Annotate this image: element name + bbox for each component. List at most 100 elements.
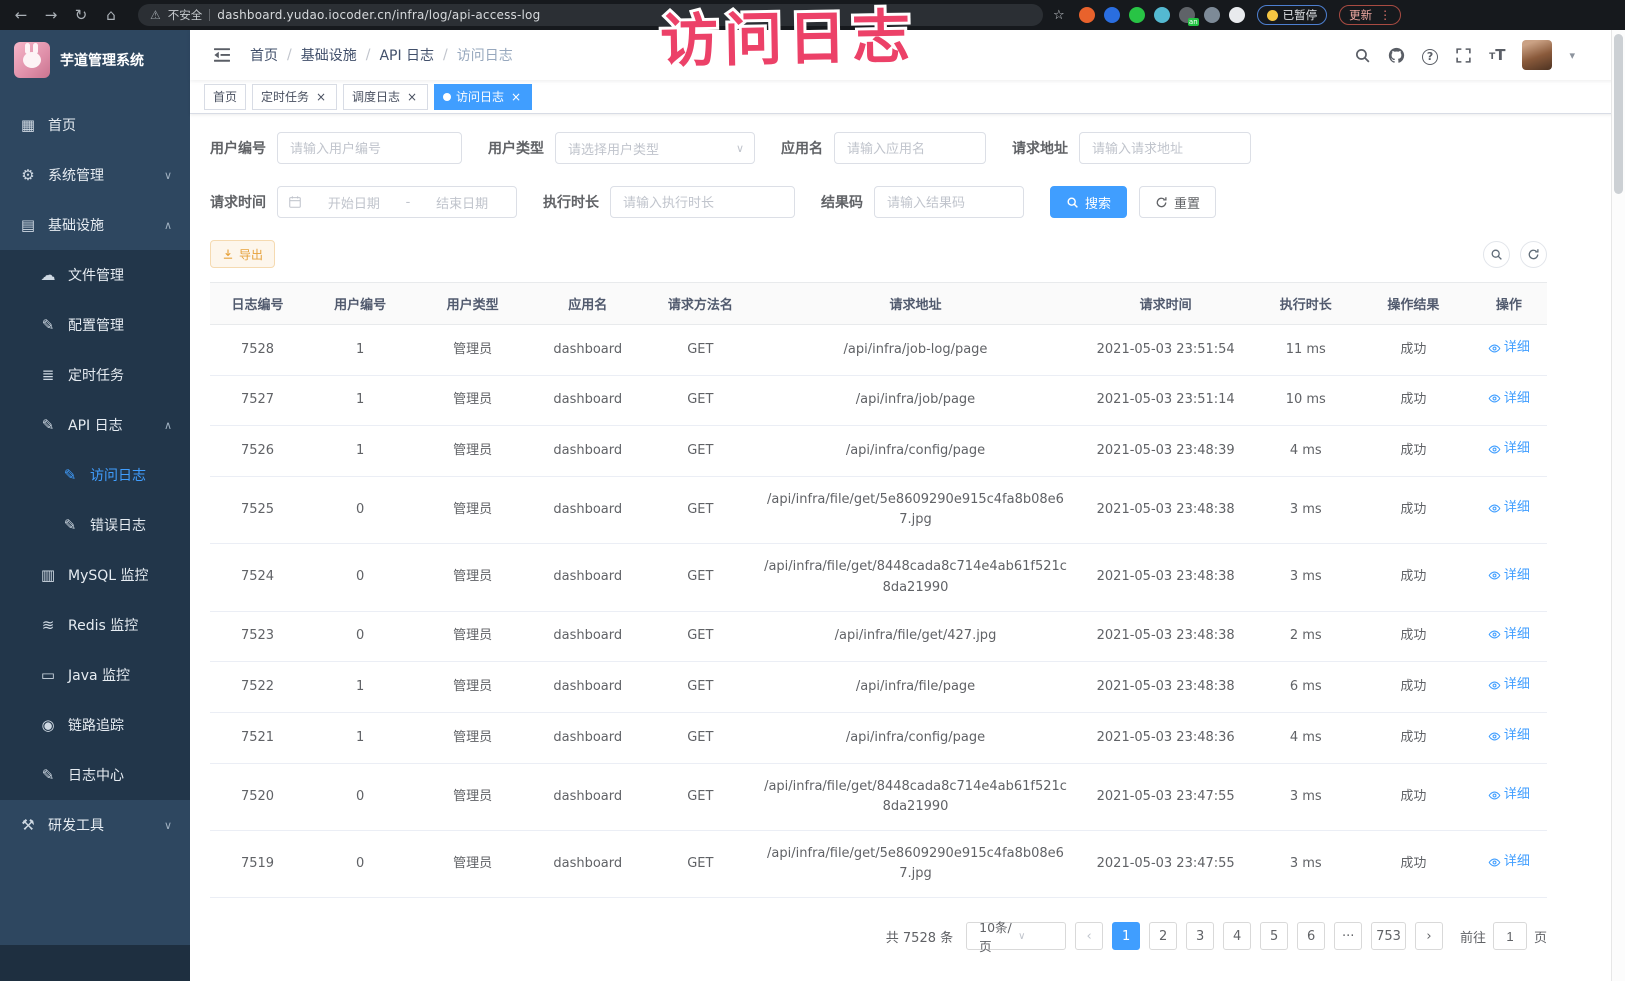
active-dot [443,93,451,101]
home-icon[interactable]: ⌂ [98,3,124,27]
table-refresh-button[interactable] [1520,241,1547,268]
page-button-2[interactable]: 2 [1149,922,1177,950]
chevron-down-icon[interactable]: ▾ [1569,49,1575,62]
sidebar-item-redis[interactable]: ≋Redis 监控 [0,600,190,650]
prev-page-button[interactable]: ‹ [1075,922,1103,950]
extension-shield-icon[interactable] [1104,7,1120,23]
duration-input[interactable] [610,186,795,218]
sidebar-item-trace[interactable]: ◉链路追踪 [0,700,190,750]
extension-orange-icon[interactable] [1079,7,1095,23]
next-page-button[interactable]: › [1415,922,1443,950]
scrollbar-thumb[interactable] [1614,34,1623,194]
sidebar-item-java[interactable]: ▭Java 监控 [0,650,190,700]
table-row: 75281管理员dashboardGET/api/infra/job-log/p… [210,325,1547,376]
sidebar-item-label: 配置管理 [68,315,124,335]
help-icon[interactable]: ? [1422,45,1438,65]
more-pages-button[interactable]: ··· [1334,922,1362,950]
scrollbar[interactable] [1611,30,1625,981]
page-button-1[interactable]: 1 [1112,922,1140,950]
search-button-label: 搜索 [1085,193,1111,212]
cell: 2021-05-03 23:48:38 [1076,662,1256,713]
export-button[interactable]: 导出 [210,240,275,268]
detail-link[interactable]: 详细 [1488,675,1530,695]
cell: 2021-05-03 23:47:55 [1076,763,1256,830]
extension-tool-icon[interactable] [1204,7,1220,23]
cell: 7526 [210,426,305,477]
detail-link[interactable]: 详细 [1488,498,1530,518]
table-row: 75200管理员dashboardGET/api/infra/file/get/… [210,763,1547,830]
detail-link[interactable]: 详细 [1488,439,1530,459]
extension-grid-icon[interactable]: an [1179,7,1195,23]
sidebar-item-mysql[interactable]: ▥MySQL 监控 [0,550,190,600]
cell: 管理员 [415,375,530,426]
breadcrumb-item[interactable]: API 日志 [379,45,434,65]
page-button-3[interactable]: 3 [1186,922,1214,950]
extension-bird-icon[interactable] [1229,7,1245,23]
result-code-input[interactable] [874,186,1024,218]
tab-首页[interactable]: 首页 [204,84,246,110]
reset-button[interactable]: 重置 [1139,186,1216,218]
detail-link[interactable]: 详细 [1488,852,1530,872]
page-button-6[interactable]: 6 [1297,922,1325,950]
github-icon[interactable] [1388,47,1405,64]
reload-icon[interactable]: ↻ [68,3,94,27]
page-button-5[interactable]: 5 [1260,922,1288,950]
extension-green-icon[interactable] [1129,7,1145,23]
page-button-753[interactable]: 753 [1371,922,1406,950]
sidebar-item-access-log[interactable]: ✎访问日志 [0,450,190,500]
detail-link[interactable]: 详细 [1488,625,1530,645]
sidebar-item-error-log[interactable]: ✎错误日志 [0,500,190,550]
kebab-menu-icon[interactable]: ⋮ [1379,8,1391,22]
avatar[interactable] [1522,40,1552,70]
sidebar-item-api-log[interactable]: ✎API 日志∧ [0,400,190,450]
sidebar-item-config[interactable]: ✎配置管理 [0,300,190,350]
sidebar-collapse-bar[interactable] [0,945,190,981]
detail-link[interactable]: 详细 [1488,785,1530,805]
update-button[interactable]: 更新 ⋮ [1339,5,1401,25]
extension-puzzle-icon[interactable] [1154,7,1170,23]
breadcrumb-item[interactable]: 首页 [250,45,278,65]
breadcrumb-item[interactable]: 基础设施 [301,45,357,65]
page-size-select[interactable]: 10条/页∨ [966,922,1066,950]
hamburger-icon[interactable] [204,45,240,65]
sidebar-item-job[interactable]: ≣定时任务 [0,350,190,400]
app-name-input[interactable] [834,132,986,164]
eye-icon [1488,569,1501,582]
sidebar-item-home[interactable]: ▦首页 [0,100,190,150]
sidebar-item-system[interactable]: ⚙系统管理∨ [0,150,190,200]
user-id-input[interactable] [277,132,462,164]
date-range-picker[interactable]: 开始日期 - 结束日期 [277,186,517,218]
goto-page-input[interactable] [1493,922,1527,950]
tab-close-icon[interactable]: × [314,90,328,104]
detail-link[interactable]: 详细 [1488,566,1530,586]
bookmark-star-icon[interactable]: ☆ [1053,8,1065,23]
tab-访问日志[interactable]: 访问日志× [434,84,532,110]
detail-link[interactable]: 详细 [1488,338,1530,358]
detail-link-label: 详细 [1504,566,1530,586]
tab-close-icon[interactable]: × [509,90,523,104]
tab-定时任务[interactable]: 定时任务× [252,84,337,110]
sidebar-item-dev-tools[interactable]: ⚒研发工具∨ [0,800,190,850]
user-type-select[interactable]: 请选择用户类型 ∨ [555,132,755,164]
table-search-toggle-button[interactable] [1483,241,1510,268]
detail-link[interactable]: 详细 [1488,726,1530,746]
font-size-icon[interactable]: TT [1489,46,1505,64]
request-url-input[interactable] [1079,132,1251,164]
sidebar-item-log-center[interactable]: ✎日志中心 [0,750,190,800]
sidebar-item-infra[interactable]: ▤基础设施∧ [0,200,190,250]
sidebar-item-file[interactable]: ☁文件管理 [0,250,190,300]
search-button[interactable]: 搜索 [1050,186,1127,218]
tab-调度日志[interactable]: 调度日志× [343,84,428,110]
search-icon[interactable] [1354,47,1371,64]
paused-badge[interactable]: 已暂停 [1257,5,1328,25]
back-icon[interactable]: ← [8,3,34,27]
sidebar-item-label: 研发工具 [48,815,104,835]
refresh-icon [1155,196,1168,209]
fullscreen-icon[interactable] [1455,47,1472,64]
forward-icon[interactable]: → [38,3,64,27]
tab-close-icon[interactable]: × [405,90,419,104]
table-row: 75211管理员dashboardGET/api/infra/config/pa… [210,713,1547,764]
sidebar-item-label: 日志中心 [68,765,124,785]
detail-link[interactable]: 详细 [1488,389,1530,409]
page-button-4[interactable]: 4 [1223,922,1251,950]
